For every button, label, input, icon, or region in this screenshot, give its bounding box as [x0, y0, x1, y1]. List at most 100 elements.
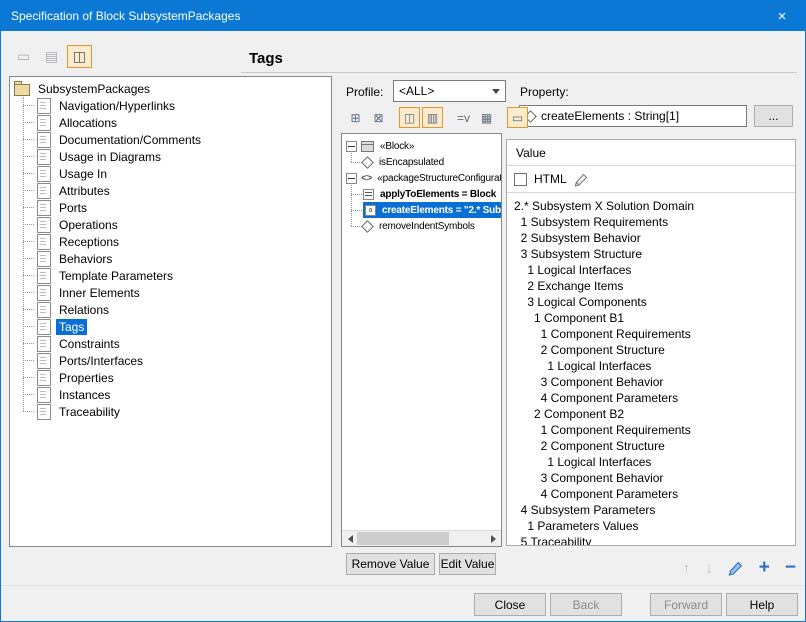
tree-connector [23, 343, 34, 344]
page-icon [37, 149, 51, 165]
html-checkbox[interactable] [514, 173, 527, 186]
property-diamond-icon [361, 156, 374, 169]
tree-node-isencapsulated[interactable]: isEncapsulated [342, 154, 501, 170]
value-header: Value [507, 140, 795, 166]
sidebar-item-label: Constraints [56, 336, 123, 352]
chevron-down-icon [487, 81, 505, 101]
sidebar-item-template-parameters[interactable]: Template Parameters [10, 267, 331, 284]
value-list[interactable]: 2.* Subsystem X Solution Domain 1 Subsys… [507, 193, 795, 545]
tree-connector [23, 173, 34, 174]
sidebar-item-relations[interactable]: Relations [10, 301, 331, 318]
footer-separator [1, 585, 805, 586]
tags-tree-panel: «Block» isEncapsulated <> «packageStruct… [341, 133, 502, 547]
standard-view-button[interactable]: ▤ [39, 45, 64, 68]
sidebar-item-navigation-hyperlinks[interactable]: Navigation/Hyperlinks [10, 97, 331, 114]
property-value: createElements : String[1] [541, 109, 679, 123]
expert-view-button[interactable]: ◫ [67, 45, 92, 68]
sidebar-item-traceability[interactable]: Traceability [10, 403, 331, 420]
sidebar-item-ports-interfaces[interactable]: Ports/Interfaces [10, 352, 331, 369]
sidebar-item-usage-in[interactable]: Usage In [10, 165, 331, 182]
sidebar-item-attributes[interactable]: Attributes [10, 182, 331, 199]
titlebar-close-button[interactable]: × [759, 1, 805, 31]
tree-connector [23, 122, 34, 123]
tree-connector [23, 394, 34, 395]
string-value-icon [365, 205, 376, 216]
sidebar-item-behaviors[interactable]: Behaviors [10, 250, 331, 267]
sidebar-item-root[interactable]: SubsystemPackages [10, 80, 331, 97]
expert-view-icon: ◫ [73, 48, 86, 65]
delete-value-button[interactable]: ⊠ [368, 107, 389, 128]
tree-connector [23, 411, 34, 412]
sidebar-item-constraints[interactable]: Constraints [10, 335, 331, 352]
edit-pencil-icon[interactable] [574, 172, 589, 187]
scrollbar-thumb[interactable] [357, 532, 449, 545]
sidebar-item-documentation-comments[interactable]: Documentation/Comments [10, 131, 331, 148]
profile-combobox[interactable]: <ALL> [393, 80, 506, 102]
tree-node-createelements[interactable]: createElements = "2.* Subsystem X Solut [342, 202, 501, 218]
tree-connector [23, 309, 34, 310]
titlebar: Specification of Block SubsystemPackages… [1, 1, 805, 31]
scroll-left-arrow[interactable] [342, 531, 357, 546]
sidebar-item-allocations[interactable]: Allocations [10, 114, 331, 131]
tree-connector [23, 258, 34, 259]
sidebar-item-tags[interactable]: Tags [10, 318, 331, 335]
selected-tag-value[interactable]: createElements = "2.* Subsystem X Solut [363, 202, 501, 218]
sidebar-item-ports[interactable]: Ports [10, 199, 331, 216]
tree-connector [351, 194, 362, 195]
tree-node-label: createElements = "2.* Subsystem X Solut [380, 205, 501, 216]
sidebar-item-label: Ports [56, 200, 90, 216]
tree-node-block[interactable]: «Block» [342, 138, 501, 154]
add-value-icon[interactable]: + [759, 559, 770, 577]
grid-view-button[interactable]: ▦ [476, 107, 497, 128]
sidebar-item-label: Receptions [56, 234, 122, 250]
close-button[interactable]: Close [474, 593, 546, 616]
remove-value-button[interactable]: Remove Value [346, 553, 435, 575]
page-icon [37, 234, 51, 250]
create-value-button[interactable]: ⊞ [345, 107, 366, 128]
back-button[interactable]: Back [550, 593, 622, 616]
tree-connector [351, 210, 362, 211]
minimal-view-icon: ▭ [17, 48, 30, 65]
move-up-icon[interactable]: ↑ [683, 560, 691, 577]
show-default-values-icon: =v [457, 111, 470, 125]
help-button[interactable]: Help [726, 593, 798, 616]
horizontal-scrollbar[interactable] [342, 530, 501, 546]
tag-value-icon [363, 189, 374, 200]
collapse-icon[interactable] [346, 141, 357, 152]
sidebar-item-instances[interactable]: Instances [10, 386, 331, 403]
show-default-values-button[interactable]: =v [453, 107, 474, 128]
forward-button[interactable]: Forward [650, 593, 722, 616]
sidebar-item-inner-elements[interactable]: Inner Elements [10, 284, 331, 301]
sidebar-item-receptions[interactable]: Receptions [10, 233, 331, 250]
show-empty-tags-button[interactable]: ▭ [507, 107, 528, 128]
page-icon [37, 336, 51, 352]
minimal-view-button[interactable]: ▭ [11, 45, 36, 68]
show-nested-button[interactable]: ▥ [422, 107, 443, 128]
property-field[interactable]: createElements : String[1] [519, 105, 747, 127]
page-icon [37, 132, 51, 148]
page-icon [37, 319, 51, 335]
sidebar-item-usage-in-diagrams[interactable]: Usage in Diagrams [10, 148, 331, 165]
page-icon [37, 217, 51, 233]
collapse-icon[interactable] [346, 173, 357, 184]
group-by-profile-button[interactable]: ◫ [399, 107, 420, 128]
stereotype-icon: <> [361, 173, 372, 184]
edit-value-pencil-icon[interactable] [728, 560, 744, 576]
tree-node-label: isEncapsulated [377, 157, 446, 168]
page-icon [37, 302, 51, 318]
edit-value-button[interactable]: Edit Value [439, 553, 496, 575]
remove-value-icon[interactable]: − [785, 559, 796, 577]
scroll-right-arrow[interactable] [486, 531, 501, 546]
specification-dialog: Specification of Block SubsystemPackages… [0, 0, 806, 622]
tree-node-applytoelements[interactable]: applyToElements = Block [342, 186, 501, 202]
move-down-icon[interactable]: ↓ [705, 560, 713, 577]
browse-property-button[interactable]: ... [754, 105, 793, 127]
page-icon [37, 370, 51, 386]
sidebar-item-properties[interactable]: Properties [10, 369, 331, 386]
tree-node-package-structure-configuration[interactable]: <> «packageStructureConfiguration» [342, 170, 501, 186]
sidebar-item-operations[interactable]: Operations [10, 216, 331, 233]
tree-node-removeindentsymbols[interactable]: removeIndentSymbols [342, 218, 501, 234]
sidebar-item-label: Traceability [56, 404, 123, 420]
sidebar-item-label: Attributes [56, 183, 113, 199]
grid-view-icon: ▦ [481, 111, 492, 125]
